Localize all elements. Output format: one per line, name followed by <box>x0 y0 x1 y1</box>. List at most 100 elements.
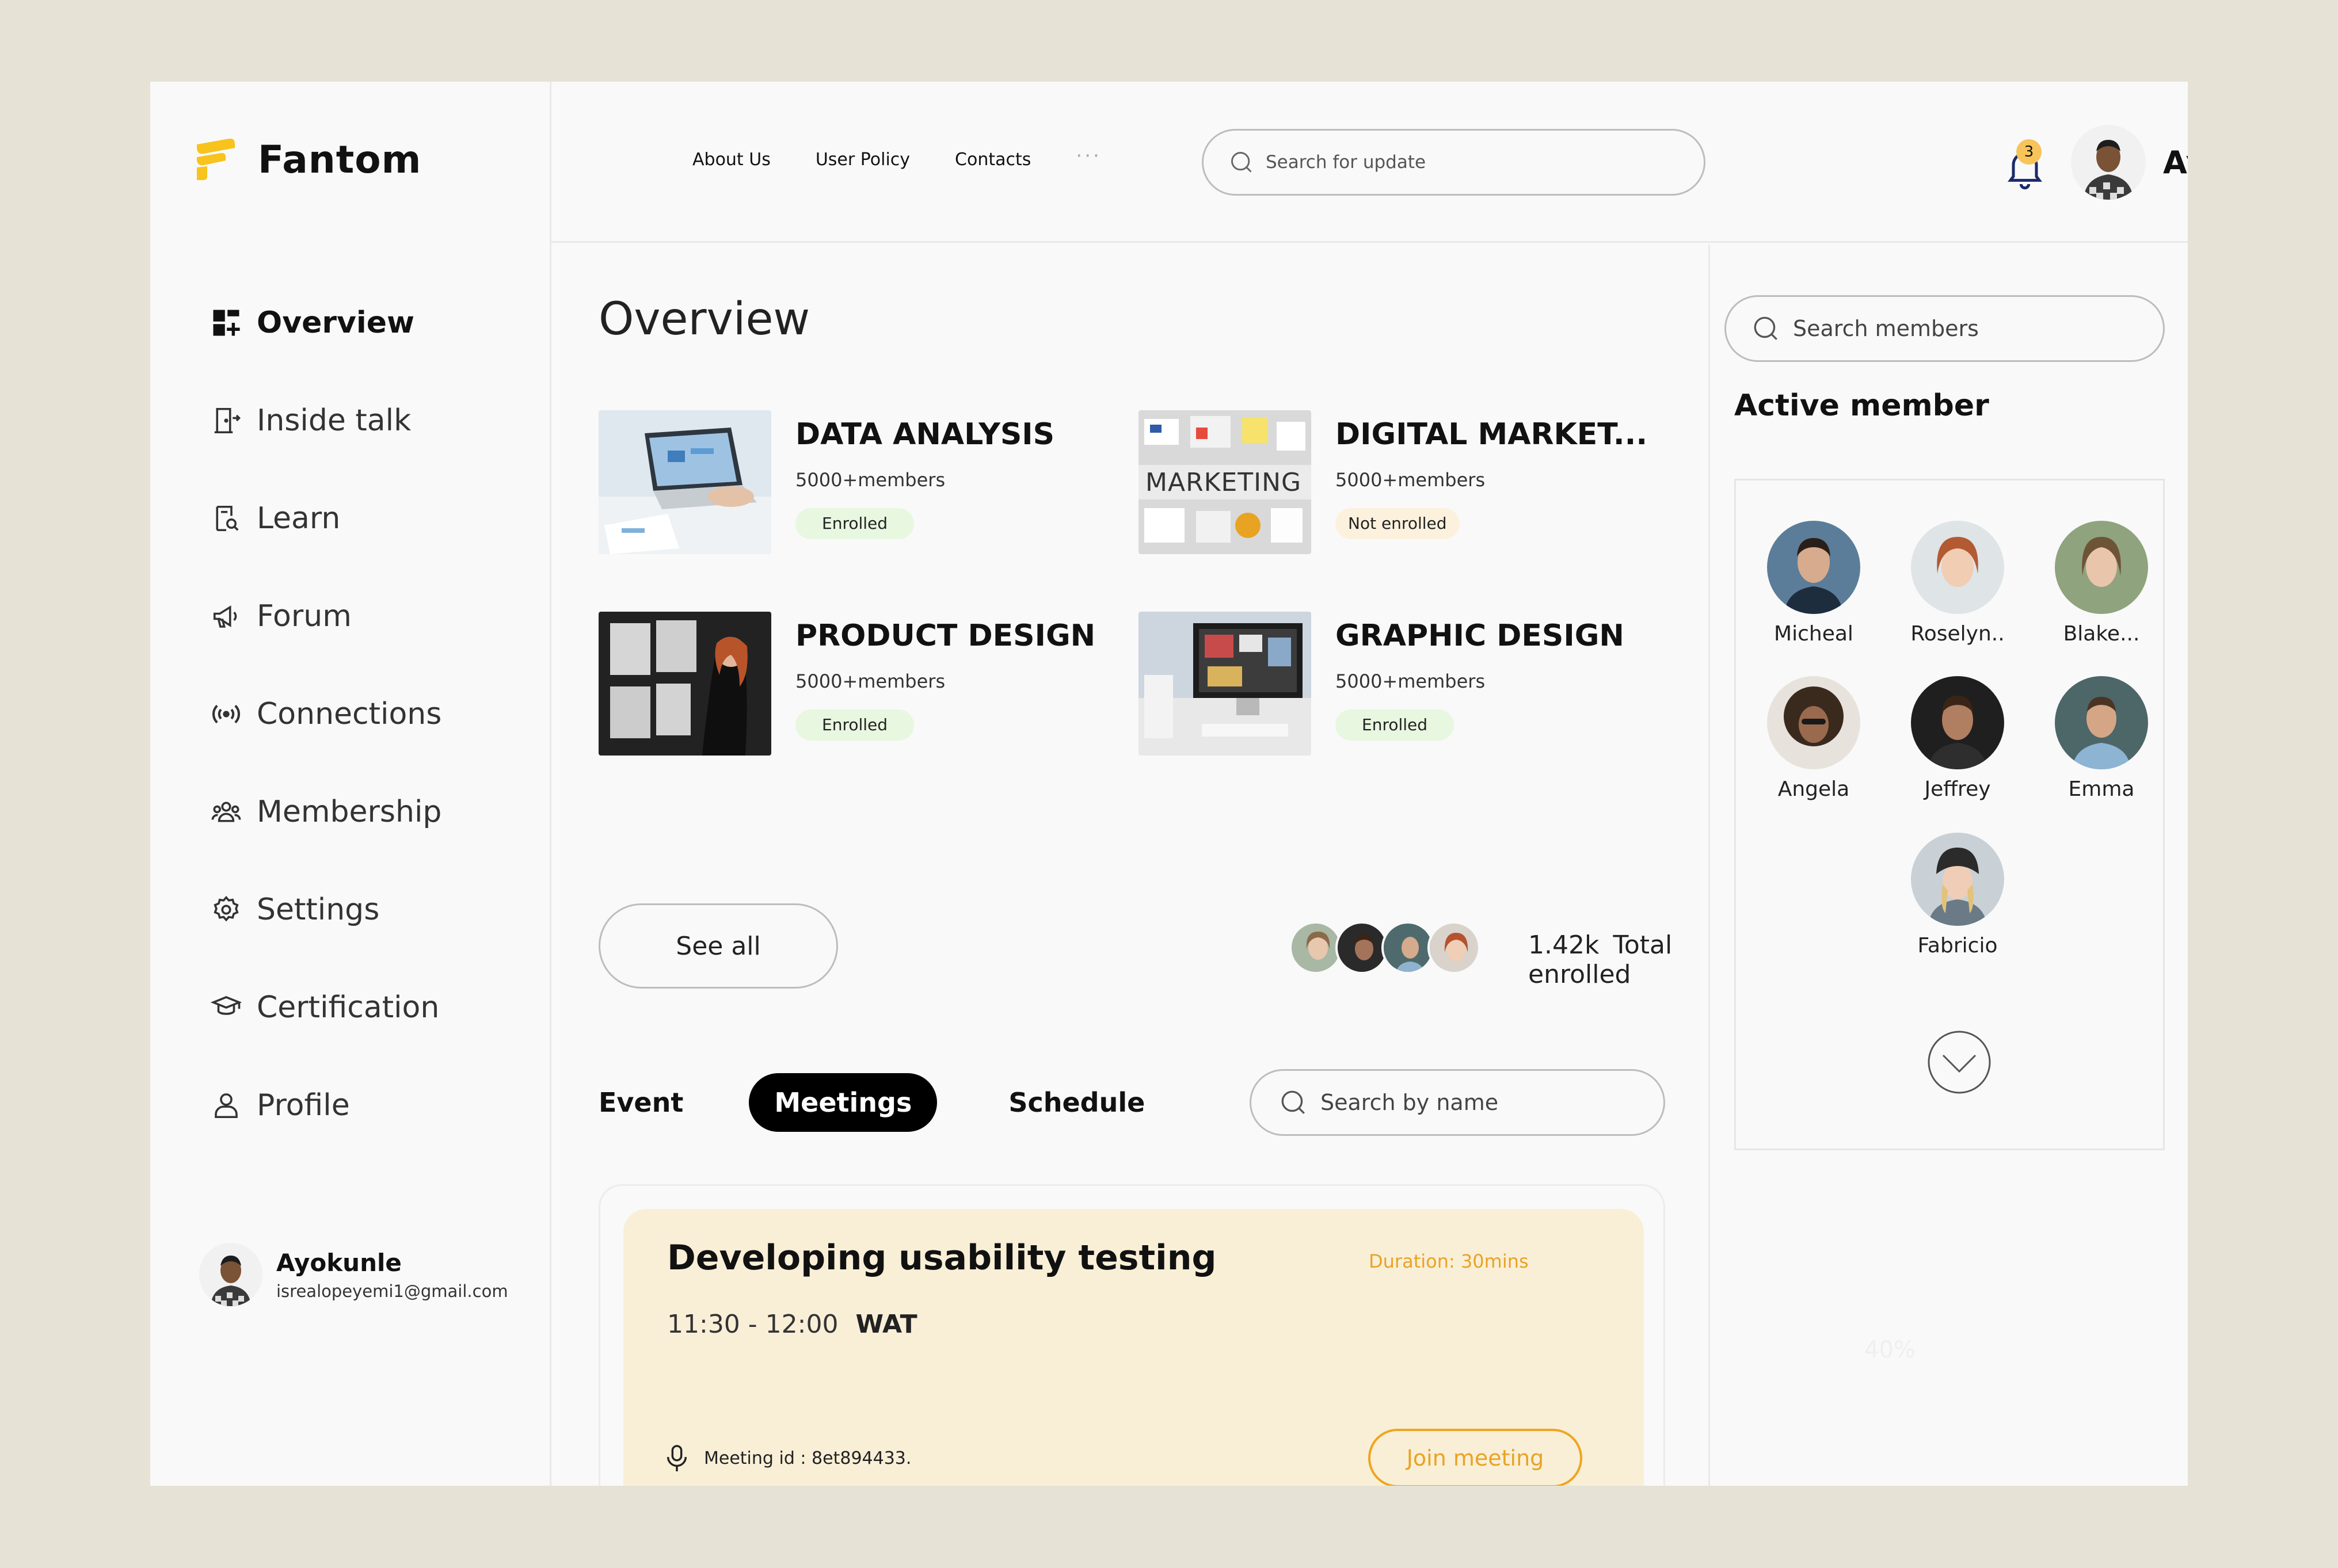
course-members: 5000+members <box>795 469 946 491</box>
brand-name: Fantom <box>258 137 422 182</box>
status-badge: Enrolled <box>795 709 915 741</box>
avatar <box>1767 676 1860 769</box>
sidebar-item-label: Overview <box>257 306 415 340</box>
sidebar-item-settings[interactable]: Settings <box>211 892 533 990</box>
course-thumbnail <box>599 612 771 756</box>
meeting-list: Developing usability testing Duration: 3… <box>599 1184 1665 1486</box>
member-grid: Micheal Roselyn.. Blake... Angela Jeffre… <box>1734 479 2165 1150</box>
graduation-cap-icon <box>211 996 242 1015</box>
member-name: Jeffrey <box>1924 777 1991 801</box>
avatar <box>2071 125 2146 200</box>
member-item[interactable]: Roselyn.. <box>1894 521 2021 646</box>
chevron-down-icon[interactable] <box>1927 1030 1992 1094</box>
meeting-time: 11:30 - 12:00 WAT <box>667 1310 917 1339</box>
nav-link-about-us[interactable]: About Us <box>692 150 771 170</box>
broadcast-icon <box>212 704 240 724</box>
sidebar-item-label: Certification <box>257 990 440 1025</box>
avatar <box>1289 921 1342 974</box>
meeting-card: Developing usability testing Duration: 3… <box>623 1209 1644 1486</box>
header-search-input[interactable]: Search for update <box>1202 129 1705 196</box>
course-members: 5000+members <box>1335 469 1486 491</box>
course-members: 5000+members <box>795 670 946 692</box>
search-members-input[interactable]: Search members <box>1724 295 2165 362</box>
user-icon <box>215 1093 238 1119</box>
member-name: Emma <box>2068 777 2135 801</box>
nav-link-user-policy[interactable]: User Policy <box>816 150 910 170</box>
top-header: About Us User Policy Contacts ··· Search… <box>551 82 2188 243</box>
avatar <box>199 1243 262 1306</box>
avatar <box>1427 921 1480 974</box>
total-enrolled-count: 1.42k <box>1528 930 1600 960</box>
tab-event[interactable]: Event <box>599 1073 709 1132</box>
course-card-digital-marketing[interactable]: MARKETING DIGITAL MARKET... 5000+members… <box>1138 410 1657 560</box>
sidebar-item-connections[interactable]: Connections <box>211 696 533 794</box>
join-meeting-button[interactable]: Join meeting <box>1368 1429 1582 1486</box>
sidebar-item-overview[interactable]: Overview <box>211 305 533 403</box>
course-members: 5000+members <box>1335 670 1486 692</box>
fantom-logo-icon <box>197 138 235 180</box>
course-title: PRODUCT DESIGN <box>795 619 1096 653</box>
avatar <box>1335 921 1388 974</box>
brand-logo[interactable]: Fantom <box>193 136 421 182</box>
status-badge: Enrolled <box>795 508 915 539</box>
member-item[interactable]: Emma <box>2038 676 2165 801</box>
course-thumbnail <box>1138 612 1311 756</box>
member-name: Roselyn.. <box>1910 622 2005 646</box>
member-item[interactable]: Fabricio <box>1894 833 2021 957</box>
course-card-product-design[interactable]: PRODUCT DESIGN 5000+members Enrolled <box>599 612 1117 761</box>
sidebar: Fantom Overview Inside talk Learn Forum … <box>150 82 551 1486</box>
sidebar-item-membership[interactable]: Membership <box>211 794 533 892</box>
sidebar-item-forum[interactable]: Forum <box>211 598 533 696</box>
active-members-panel: Search members Active member Micheal Ros… <box>1708 245 2188 1486</box>
header-user-menu[interactable]: Ayokunle <box>2071 125 2188 200</box>
sidebar-item-label: Profile <box>257 1088 350 1123</box>
sidebar-user-email: isrealopeyemi1@gmail.com <box>276 1281 508 1301</box>
app-window: Fantom Overview Inside talk Learn Forum … <box>150 82 2188 1486</box>
course-card-graphic-design[interactable]: GRAPHIC DESIGN 5000+members Enrolled <box>1138 612 1657 761</box>
member-item[interactable]: Micheal <box>1750 521 1877 646</box>
course-title: DIGITAL MARKET... <box>1335 417 1648 452</box>
course-title: DATA ANALYSIS <box>795 417 1055 452</box>
top-nav: About Us User Policy Contacts ··· <box>692 144 1102 170</box>
course-title: GRAPHIC DESIGN <box>1335 619 1624 653</box>
search-placeholder: Search members <box>1793 316 1979 341</box>
sidebar-item-label: Membership <box>257 795 442 829</box>
nav-link-contacts[interactable]: Contacts <box>955 150 1031 170</box>
faint-label: 40% <box>1864 1337 1916 1363</box>
sidebar-item-profile[interactable]: Profile <box>211 1088 533 1185</box>
sidebar-item-learn[interactable]: Learn <box>211 501 533 598</box>
tab-schedule[interactable]: Schedule <box>983 1073 1170 1132</box>
tab-meetings[interactable]: Meetings <box>749 1073 938 1132</box>
member-item[interactable]: Blake... <box>2038 521 2165 646</box>
search-icon <box>1281 1090 1305 1114</box>
see-all-button[interactable]: See all <box>599 903 838 989</box>
sidebar-user-card[interactable]: Ayokunle isrealopeyemi1@gmail.com <box>199 1243 508 1306</box>
avatar <box>1911 521 2004 614</box>
search-by-name-input[interactable]: Search by name <box>1250 1069 1665 1136</box>
member-name: Angela <box>1777 777 1850 801</box>
sidebar-item-certification[interactable]: Certification <box>211 990 533 1088</box>
sidebar-item-label: Learn <box>257 501 341 536</box>
course-card-data-analysis[interactable]: DATA ANALYSIS 5000+members Enrolled <box>599 410 1117 560</box>
grid-plus-icon <box>213 310 240 336</box>
more-menu-icon[interactable]: ··· <box>1076 144 1101 167</box>
meeting-duration: Duration: 30mins <box>1369 1250 1529 1272</box>
search-placeholder: Search by name <box>1320 1090 1499 1115</box>
meeting-timezone: WAT <box>855 1310 917 1339</box>
header-user-name: Ayokunle <box>2163 144 2188 181</box>
member-name: Blake... <box>2063 622 2140 646</box>
sidebar-item-inside-talk[interactable]: Inside talk <box>211 403 533 501</box>
meeting-title: Developing usability testing <box>667 1238 1217 1278</box>
member-item[interactable]: Angela <box>1750 676 1877 801</box>
course-thumbnail: MARKETING <box>1138 410 1311 554</box>
sidebar-item-label: Connections <box>257 697 442 731</box>
users-group-icon <box>211 802 241 822</box>
microphone-icon <box>667 1445 687 1471</box>
member-item[interactable]: Jeffrey <box>1894 676 2021 801</box>
book-search-icon <box>216 505 239 532</box>
search-placeholder: Search for update <box>1266 152 1426 173</box>
course-thumbnail <box>599 410 771 554</box>
sidebar-item-label: Inside talk <box>257 403 412 438</box>
member-name: Micheal <box>1774 622 1853 646</box>
sidebar-item-label: Settings <box>257 892 380 927</box>
